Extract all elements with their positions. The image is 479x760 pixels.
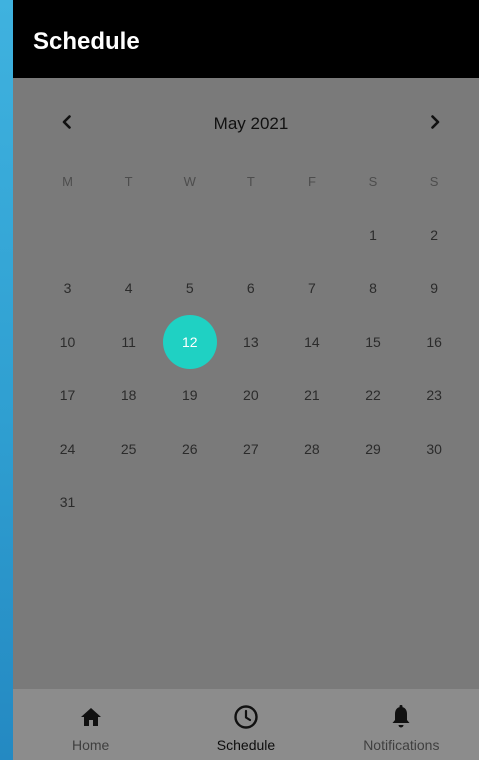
day-cell[interactable]: 7 <box>281 262 342 316</box>
day-number: 18 <box>120 387 137 404</box>
day-number: 26 <box>181 440 198 457</box>
weekday-label: T <box>246 174 255 189</box>
day-cell[interactable]: 20 <box>220 369 281 423</box>
day-number: 7 <box>308 280 316 297</box>
day-number: 1 <box>369 226 377 243</box>
month-header: May 2021 <box>13 104 479 144</box>
day-cell[interactable]: 2 <box>404 208 465 262</box>
day-cell[interactable]: 23 <box>404 369 465 423</box>
weekday-label: S <box>368 174 378 189</box>
weekday-header-row: MTWTFSS <box>37 173 465 191</box>
phone-screen: Schedule May 2021 MTWTFSS 1 2 3 4 5 6 7 8 9 10 11 1… <box>13 0 479 760</box>
day-cell[interactable]: 30 <box>404 422 465 476</box>
day-cell[interactable]: 28 <box>281 422 342 476</box>
weekday-label: W <box>183 174 196 189</box>
nav-item-schedule[interactable]: Schedule <box>168 689 323 760</box>
day-number: 9 <box>430 280 438 297</box>
day-number: 31 <box>59 494 76 511</box>
day-cell[interactable]: 8 <box>342 262 403 316</box>
day-number: 5 <box>185 280 194 297</box>
day-cell[interactable]: 14 <box>281 315 342 369</box>
day-number: 6 <box>246 280 255 297</box>
weekday-label: M <box>62 174 73 189</box>
weekday-label: S <box>429 174 439 189</box>
day-number: 2 <box>430 226 438 243</box>
empty-day-cell <box>159 208 220 262</box>
day-number: 4 <box>124 280 133 297</box>
day-number: 23 <box>426 387 442 404</box>
day-number: 20 <box>243 387 259 404</box>
day-cell[interactable]: 4 <box>98 262 159 316</box>
nav-label: Notifications <box>363 737 440 753</box>
day-number: 17 <box>59 387 76 404</box>
day-number: 22 <box>365 387 381 404</box>
day-cell[interactable]: 11 <box>98 315 159 369</box>
day-number: 13 <box>243 333 259 350</box>
bottom-navigation: Home Schedule Notifications <box>13 689 479 760</box>
day-number: 8 <box>369 280 377 297</box>
day-number: 30 <box>426 440 442 457</box>
day-number: 25 <box>120 440 137 457</box>
day-cell[interactable]: 26 <box>159 422 220 476</box>
day-cell[interactable]: 9 <box>404 262 465 316</box>
day-cell[interactable]: 19 <box>159 369 220 423</box>
calendar-day-grid: 1 2 3 4 5 6 7 8 9 10 11 12 13 14 15 16 17 18 19 20 21 22 23 24 2… <box>37 208 465 529</box>
day-cell[interactable]: 1 <box>342 208 403 262</box>
day-cell[interactable]: 24 <box>37 422 98 476</box>
month-label: May 2021 <box>213 114 289 133</box>
day-cell[interactable]: 10 <box>37 315 98 369</box>
day-number: 28 <box>304 440 320 457</box>
day-cell[interactable]: 31 <box>37 476 98 530</box>
day-cell[interactable]: 5 <box>159 262 220 316</box>
clock-icon <box>232 703 260 731</box>
day-number: 27 <box>243 440 259 457</box>
day-cell[interactable]: 25 <box>98 422 159 476</box>
app-bar: Schedule <box>13 0 479 78</box>
weekday-label: T <box>124 174 133 189</box>
day-cell[interactable]: 29 <box>342 422 403 476</box>
day-cell[interactable]: 13 <box>220 315 281 369</box>
day-cell[interactable]: 17 <box>37 369 98 423</box>
day-cell[interactable]: 15 <box>342 315 403 369</box>
chevron-right-icon <box>428 114 442 134</box>
weekday-label: F <box>307 174 316 189</box>
day-cell[interactable]: 6 <box>220 262 281 316</box>
empty-day-cell <box>98 208 159 262</box>
day-number: 14 <box>304 333 320 350</box>
empty-day-cell <box>220 208 281 262</box>
day-number: 12 <box>162 314 217 369</box>
selected-day-cell[interactable]: 12 <box>159 314 220 369</box>
day-cell[interactable]: 3 <box>37 262 98 316</box>
nav-label: Home <box>71 737 110 753</box>
day-number: 3 <box>63 280 72 297</box>
page-title: Schedule <box>33 28 140 55</box>
day-number: 19 <box>181 387 198 404</box>
day-number: 21 <box>304 387 320 404</box>
day-number: 24 <box>59 440 76 457</box>
nav-label: Schedule <box>216 737 276 753</box>
home-icon <box>77 703 105 731</box>
bell-icon <box>387 703 415 731</box>
nav-item-notifications[interactable]: Notifications <box>324 689 479 760</box>
day-number: 10 <box>59 333 76 350</box>
day-number: 15 <box>365 333 381 350</box>
day-number: 16 <box>426 333 442 350</box>
nav-item-home[interactable]: Home <box>13 689 168 760</box>
empty-day-cell <box>37 208 98 262</box>
day-number: 29 <box>365 440 381 457</box>
day-cell[interactable]: 16 <box>404 315 465 369</box>
day-cell[interactable]: 18 <box>98 369 159 423</box>
day-cell[interactable]: 22 <box>342 369 403 423</box>
next-month-button[interactable] <box>419 108 451 140</box>
empty-day-cell <box>281 208 342 262</box>
day-number: 11 <box>121 333 136 350</box>
day-cell[interactable]: 21 <box>281 369 342 423</box>
day-cell[interactable]: 27 <box>220 422 281 476</box>
